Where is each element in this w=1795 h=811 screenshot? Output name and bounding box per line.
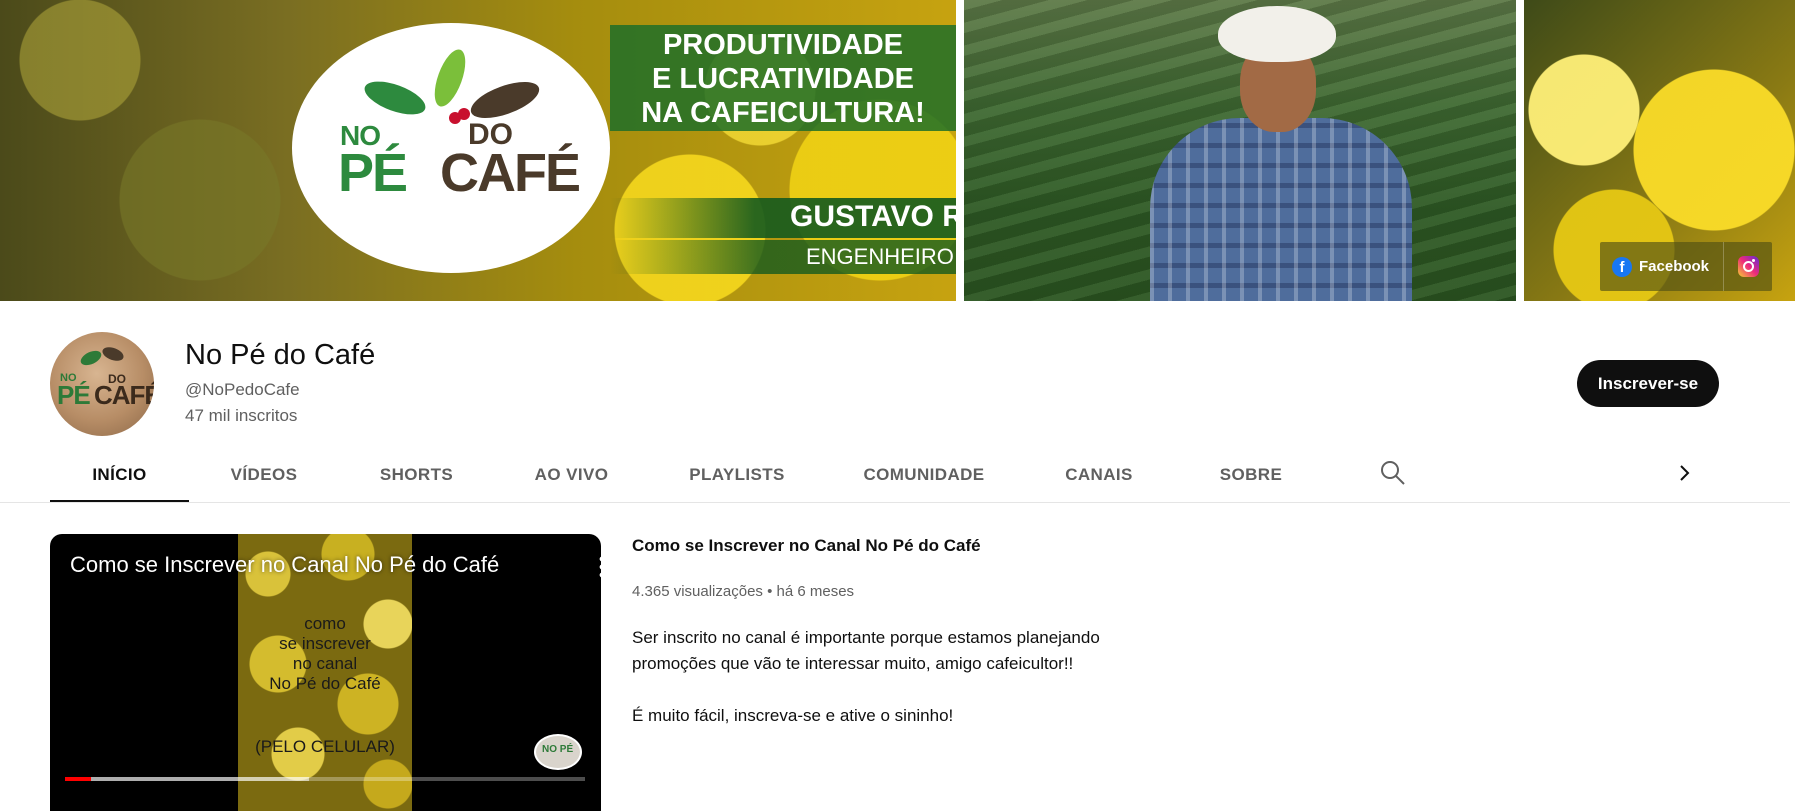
featured-video-description: Ser inscrito no canal é importante porqu…: [632, 625, 1100, 729]
description-line: É muito fácil, inscreva-se e ative o sin…: [632, 706, 954, 725]
tab-inicio[interactable]: INÍCIO: [50, 446, 189, 503]
facebook-icon: f: [1612, 256, 1632, 277]
tab-sobre[interactable]: SOBRE: [1175, 446, 1327, 503]
banner-logo-cafe: CAFÉ: [440, 143, 581, 203]
channel-avatar[interactable]: NO PÉ DO CAFÉ: [50, 332, 154, 436]
instagram-icon: [1737, 256, 1759, 277]
slogan-line: PRODUTIVIDADE: [662, 29, 904, 61]
subscribe-button[interactable]: Inscrever-se: [1577, 360, 1719, 407]
slogan-line: NA CAFEICULTURA!: [641, 97, 925, 129]
thumbnail-caption: no canal: [292, 654, 358, 673]
avatar-leaf: [100, 344, 126, 364]
banner-logo-leaves: [364, 49, 540, 124]
search-icon[interactable]: [1378, 458, 1408, 488]
banner-separator: [956, 0, 964, 301]
subscriber-count: 47 mil inscritos: [185, 406, 298, 425]
presenter-hat: [1218, 6, 1336, 62]
thumbnail-caption: (PELO CELULAR): [255, 737, 395, 756]
facebook-link[interactable]: f Facebook: [1600, 242, 1723, 291]
description-line: Ser inscrito no canal é importante porqu…: [632, 628, 1100, 647]
channel-tabs: INÍCIO VÍDEOS SHORTS AO VIVO PLAYLISTS C…: [50, 446, 1790, 503]
tab-shorts[interactable]: SHORTS: [339, 446, 494, 503]
slogan-line: E LUCRATIVIDADE: [651, 63, 915, 95]
banner-logo-pe: PÉ: [338, 143, 408, 203]
featured-video-player[interactable]: como se inscrever no canal No Pé do Café…: [50, 534, 601, 811]
player-title[interactable]: Como se Inscrever no Canal No Pé do Café: [70, 552, 499, 578]
instagram-link[interactable]: [1723, 242, 1772, 291]
channel-watermark[interactable]: NO PÉ: [534, 734, 582, 770]
channel-title: No Pé do Café: [185, 339, 376, 371]
avatar-logo-pe: PÉ: [57, 380, 91, 410]
more-options-icon[interactable]: [592, 552, 601, 582]
tab-comunidade[interactable]: COMUNIDADE: [825, 446, 1023, 503]
tab-videos[interactable]: VÍDEOS: [189, 446, 339, 503]
presenter-figure: [1150, 118, 1412, 301]
tab-canais[interactable]: CANAIS: [1023, 446, 1175, 503]
buffered-bar: [65, 777, 310, 781]
video-progress-bar[interactable]: [65, 777, 585, 781]
description-line: promoções que vão te interessar muito, a…: [632, 654, 1074, 673]
banner-slogan: PRODUTIVIDADE E LUCRATIVIDADE NA CAFEICU…: [610, 25, 956, 131]
channel-handle: @NoPedoCafe: [185, 380, 300, 399]
facebook-label: Facebook: [1639, 258, 1710, 275]
chevron-right-icon[interactable]: [1670, 456, 1700, 490]
avatar-leaf: [78, 347, 104, 369]
thumbnail-caption: como: [304, 614, 346, 633]
watermark-text: NO PÉ: [542, 744, 574, 755]
thumbnail-caption: se inscrever: [279, 634, 371, 653]
thumbnail-caption: No Pé do Café: [269, 674, 381, 693]
tab-playlists[interactable]: PLAYLISTS: [649, 446, 825, 503]
channel-banner: NO PÉ DO CAFÉ PRODUTIVIDADE E LUCRATIVID…: [0, 0, 1795, 301]
banner-links: f Facebook: [1600, 242, 1773, 291]
featured-video-meta: 4.365 visualizações • há 6 meses: [632, 583, 855, 600]
played-bar: [65, 777, 91, 781]
tab-ao-vivo[interactable]: AO VIVO: [494, 446, 649, 503]
featured-video-title[interactable]: Como se Inscrever no Canal No Pé do Café: [632, 536, 981, 556]
banner-separator: [1516, 0, 1524, 301]
tabs-divider: [0, 502, 1790, 503]
avatar-logo-cafe: CAFÉ: [94, 380, 154, 410]
